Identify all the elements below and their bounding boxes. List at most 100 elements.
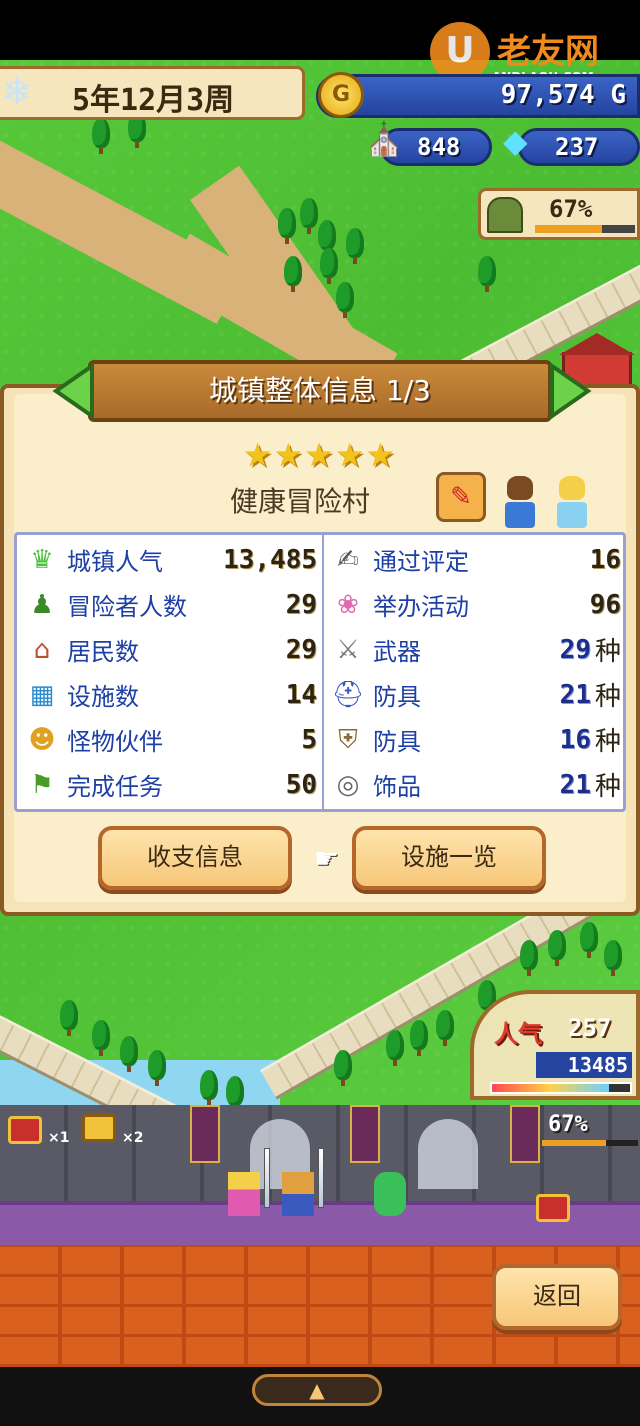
stat-unit: 种 [594, 682, 621, 712]
facility-list-button[interactable]: 设施一览 [352, 826, 546, 890]
finance-info-button[interactable]: 收支信息 [98, 826, 292, 890]
town-popularity-icon: ♛ [30, 544, 54, 575]
tree [410, 1020, 428, 1056]
gold-chest-icon [82, 1114, 116, 1142]
stat-value: 16 [559, 724, 591, 755]
stat-row: ⚑ 完成任务 50 [25, 762, 317, 807]
stat-value: 14 [285, 679, 317, 710]
monster-icon: ☻ [28, 724, 56, 755]
tree [548, 930, 566, 966]
tree [346, 228, 364, 264]
date-text: 5年12月3周 [72, 83, 235, 118]
date-display[interactable]: ❄ 5年12月3周 [0, 66, 305, 120]
cave-progress-bar [535, 225, 635, 233]
popularity-rank: 257 [568, 1014, 612, 1042]
stat-label: 居民数 [67, 638, 139, 666]
town-rating-stars: ★★★★★ [243, 436, 397, 474]
facility-icon: ▦ [29, 679, 55, 710]
panel-title: 城镇整体信息 1/3 [88, 360, 552, 422]
stat-value: 5 [301, 724, 317, 755]
sword-sprite [264, 1148, 270, 1208]
stat-value: 21 [559, 769, 591, 800]
gold-amount: 97,574 G [500, 80, 626, 110]
gem-counter: 237 [518, 128, 640, 166]
watermark-logo: U [430, 22, 490, 82]
arrow-left-icon [52, 362, 94, 420]
villager-avatar [500, 476, 540, 530]
tree [148, 1050, 166, 1086]
stat-row: ✍ 通过评定 16 [331, 537, 621, 582]
cave-progress[interactable]: 67% [478, 188, 640, 240]
adventurer-count: 848 [417, 133, 461, 161]
stat-value: 29 [559, 634, 591, 665]
sword-sprite [318, 1148, 324, 1208]
tree [478, 256, 496, 292]
gold-chest-count: ×2 [122, 1130, 144, 1146]
stat-unit: 种 [594, 637, 621, 667]
town-name: 健康冒险村 [229, 485, 370, 518]
tree [200, 1070, 218, 1105]
stat-unit: 种 [594, 727, 621, 757]
tree [278, 208, 296, 244]
prev-page-button[interactable] [52, 362, 96, 420]
red-chest-icon [8, 1116, 42, 1144]
tree [334, 1050, 352, 1086]
sword-icon: ⚔ [336, 634, 360, 665]
arrow-right-icon [550, 362, 592, 420]
treasure-chest-icon[interactable] [536, 1194, 570, 1222]
stat-row: ▦ 设施数 14 [25, 672, 317, 717]
popularity-label: 人气 [494, 1020, 542, 1048]
red-chest-count: ×1 [48, 1130, 70, 1146]
stat-value: 50 [285, 769, 317, 800]
tree [92, 118, 110, 154]
hero-sprite [228, 1172, 260, 1216]
stat-label: 城镇人气 [67, 548, 163, 576]
avatar-head [559, 476, 585, 500]
stat-label: 怪物伙伴 [67, 728, 163, 756]
gem-icon: ◆ [503, 122, 528, 160]
popularity-bar-fill [492, 1084, 610, 1092]
avatar-head [507, 476, 533, 500]
tree [226, 1076, 244, 1105]
popularity-bar [490, 1082, 632, 1094]
stat-value: 29 [285, 589, 317, 620]
avatar-body [505, 502, 535, 528]
stat-value: 13,485 [223, 544, 317, 575]
armor-icon: ⛨ [338, 724, 358, 755]
stat-label: 完成任务 [67, 773, 163, 801]
stats-table: ♛ 城镇人气 13,485 ♟ 冒险者人数 29 ⌂ 居民数 29 ▦ 设施数 … [14, 532, 626, 812]
menu-handle-button[interactable]: ▲ [252, 1374, 382, 1406]
gold-coin-icon: G [318, 72, 364, 118]
next-page-button[interactable] [548, 362, 592, 420]
stat-row: ◎ 饰品 21 种 [331, 762, 621, 807]
stat-label: 冒险者人数 [67, 593, 187, 621]
avatar-body [557, 502, 587, 528]
watermark-brand: 老友网 [497, 32, 599, 72]
stat-row: ⚔ 武器 29 种 [331, 627, 621, 672]
stats-divider [322, 535, 324, 809]
quest-icon: ⚑ [30, 769, 54, 800]
cave-progress-text: 67% [549, 195, 593, 223]
tree [284, 256, 302, 292]
tree [120, 1036, 138, 1072]
dungeon-progress-text: 67% [548, 1112, 588, 1137]
rename-button[interactable]: ✎ [436, 472, 486, 522]
stat-row: ☻ 怪物伙伴 5 [25, 717, 317, 762]
stat-value: 29 [285, 634, 317, 665]
banner-flag [350, 1105, 380, 1163]
balloon-icon: ❀ [337, 589, 359, 620]
dungeon-progress-bar [542, 1140, 638, 1146]
stat-unit: 种 [594, 772, 621, 802]
tree [320, 248, 338, 284]
stat-label: 防具 [373, 728, 421, 756]
stat-row: ♛ 城镇人气 13,485 [25, 537, 317, 582]
stat-row: ⛨ 防具 16 种 [331, 717, 621, 762]
tree [318, 220, 336, 256]
gem-count: 237 [555, 133, 599, 161]
cave-icon [487, 197, 523, 233]
tree [580, 922, 598, 958]
tree [336, 282, 354, 318]
villager-avatar [552, 476, 592, 530]
back-button[interactable]: 返回 [492, 1264, 622, 1330]
tree [436, 1010, 454, 1046]
